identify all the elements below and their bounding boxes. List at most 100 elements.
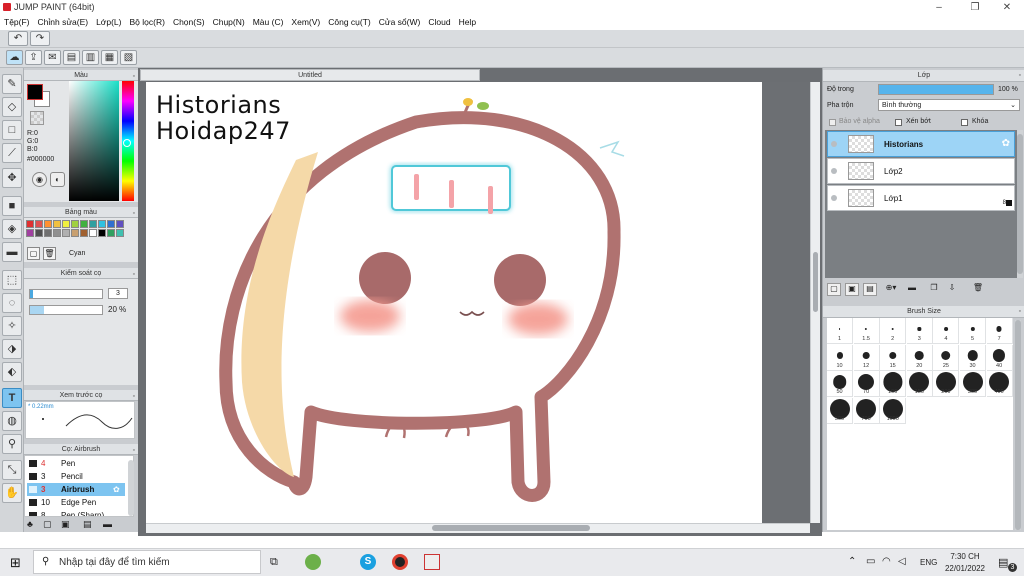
brush-size-cell[interactable]: 40: [986, 344, 1013, 371]
brush-size-cell[interactable]: 12: [853, 344, 880, 371]
color-swatch[interactable]: [71, 220, 79, 228]
brush-size-scrollbar[interactable]: [1015, 320, 1021, 530]
menu-color[interactable]: Màu (C): [249, 15, 288, 30]
select-rect-tool[interactable]: ⬚: [2, 270, 22, 290]
language-indicator[interactable]: ENG: [920, 558, 937, 567]
brush-size-cell[interactable]: 10: [827, 344, 853, 371]
transparent-color-swatch[interactable]: [30, 111, 44, 125]
battery-icon[interactable]: ▭: [866, 556, 875, 567]
lock-checkbox[interactable]: [961, 119, 968, 126]
magic-wand-tool[interactable]: ✧: [2, 316, 22, 336]
task-view-icon[interactable]: ⧉: [270, 556, 278, 569]
menu-filter[interactable]: Bộ lọc(R): [126, 15, 169, 30]
foreground-color-swatch[interactable]: [27, 84, 43, 100]
color-swatch[interactable]: [44, 229, 52, 237]
brush-size-cell[interactable]: 1000: [880, 397, 907, 424]
brush-size-scroll-thumb[interactable]: [1015, 320, 1021, 530]
page-button[interactable]: ▤: [63, 50, 80, 65]
new-layer-icon[interactable]: ▢: [827, 283, 841, 296]
color-swatch[interactable]: [26, 220, 34, 228]
share-button[interactable]: ⇪: [25, 50, 42, 65]
brush-item-pen-sharp[interactable]: 8 Pen (Sharp): [27, 509, 125, 516]
move-tool[interactable]: ✥: [2, 168, 22, 188]
panel-close-icon[interactable]: ▫: [1019, 70, 1021, 82]
undo-button[interactable]: ↶: [8, 31, 28, 46]
brush-size-cell[interactable]: 2: [880, 318, 907, 344]
media-player-icon[interactable]: [392, 554, 408, 570]
new-page-icon[interactable]: ▢: [43, 519, 52, 530]
brush-size-cell[interactable]: 50: [827, 371, 853, 397]
brush-size-slider[interactable]: [29, 289, 103, 299]
clipping-checkbox[interactable]: [895, 119, 902, 126]
color-swatch[interactable]: [44, 220, 52, 228]
vertical-scrollbar[interactable]: [810, 82, 820, 523]
merge-layer-icon[interactable]: ⇩: [945, 283, 959, 296]
redo-button[interactable]: ↷: [30, 31, 50, 46]
brush-item-airbrush[interactable]: 3 Airbrush ✿: [27, 483, 125, 496]
color-swatch[interactable]: [35, 220, 43, 228]
color-swatch[interactable]: [116, 220, 124, 228]
layer-row-1[interactable]: Lớp1 8: [827, 185, 1015, 211]
menu-view[interactable]: Xem(V): [287, 15, 324, 30]
select-eraser-tool[interactable]: ⬖: [2, 362, 22, 382]
notification-icon[interactable]: ▤: [998, 556, 1008, 569]
balloon-tool[interactable]: ◍: [2, 411, 22, 431]
lasso-tool[interactable]: ◌: [2, 293, 22, 313]
document-icon[interactable]: ▤: [83, 519, 92, 530]
document-tab[interactable]: Untitled: [140, 69, 480, 81]
layer-visibility-icon[interactable]: [831, 141, 837, 147]
color-swatch[interactable]: [62, 220, 70, 228]
brush-size-cell[interactable]: 20: [906, 344, 933, 371]
menu-layer[interactable]: Lớp(L): [92, 15, 125, 30]
menu-capture[interactable]: Chụp(N): [209, 15, 249, 30]
close-button[interactable]: ✕: [992, 1, 1022, 14]
color-swatch[interactable]: [26, 229, 34, 237]
layout-button[interactable]: ▧: [120, 50, 137, 65]
brush-size-cell[interactable]: 15: [880, 344, 907, 371]
minimize-button[interactable]: –: [924, 1, 954, 14]
drawing-canvas[interactable]: Historians Hoidap247: [146, 82, 762, 523]
brush-size-cell[interactable]: 300: [960, 371, 986, 397]
skype-icon[interactable]: S: [360, 554, 376, 570]
brush-size-cell[interactable]: 200: [933, 371, 960, 397]
color-swatch[interactable]: [35, 229, 43, 237]
chevron-up-icon[interactable]: ⌃: [848, 556, 856, 567]
eyedropper-tool[interactable]: ⚲: [2, 434, 22, 454]
grid-button[interactable]: ▦: [101, 50, 118, 65]
new-raster-icon[interactable]: ▣: [845, 283, 859, 296]
menu-cloud[interactable]: Cloud: [424, 15, 454, 30]
color-wheel-button[interactable]: ◉: [32, 172, 47, 187]
menu-select[interactable]: Chọn(S): [169, 15, 209, 30]
document-button[interactable]: ▥: [82, 50, 99, 65]
color-swatch[interactable]: [107, 229, 115, 237]
windows-start-icon[interactable]: ⊞: [10, 555, 21, 571]
brush-size-value[interactable]: 3: [108, 288, 128, 299]
brush-size-cell[interactable]: 150: [906, 371, 933, 397]
layer-row-2[interactable]: Lớp2: [827, 158, 1015, 184]
cloud-button[interactable]: ☁: [6, 50, 23, 65]
brush-tool[interactable]: ✎: [2, 74, 22, 94]
blend-mode-select[interactable]: Bình thường ⌄: [878, 99, 1020, 111]
brush-item-pen[interactable]: 4 Pen: [27, 457, 125, 470]
color-swatch[interactable]: [53, 229, 61, 237]
trash-icon[interactable]: 🗑: [971, 283, 985, 296]
hue-slider-handle[interactable]: [123, 139, 131, 147]
color-swatch[interactable]: [89, 220, 97, 228]
color-swatch[interactable]: [53, 220, 61, 228]
color-swatch[interactable]: [107, 220, 115, 228]
brush-size-cell[interactable]: 1.5: [853, 318, 880, 344]
brush-opacity-slider[interactable]: [29, 305, 103, 315]
gradient-tool[interactable]: ▬: [2, 242, 22, 262]
canvas-text[interactable]: Historians Hoidap247: [156, 92, 291, 144]
eraser-tool[interactable]: ◇: [2, 97, 22, 117]
layer-opacity-slider[interactable]: [878, 84, 994, 95]
taskbar-search[interactable]: ⚲ Nhập tại đây để tìm kiếm: [33, 550, 261, 574]
color-swatch[interactable]: [80, 220, 88, 228]
new-swatch-button[interactable]: ▢: [27, 247, 40, 260]
brush-size-cell[interactable]: 700: [853, 397, 880, 424]
brush-size-cell[interactable]: 70: [853, 371, 880, 397]
bucket-tool[interactable]: ◈: [2, 219, 22, 239]
app-icon-green[interactable]: [305, 554, 321, 570]
new-halftone-icon[interactable]: ▤: [863, 283, 877, 296]
protect-alpha-checkbox[interactable]: [829, 119, 836, 126]
